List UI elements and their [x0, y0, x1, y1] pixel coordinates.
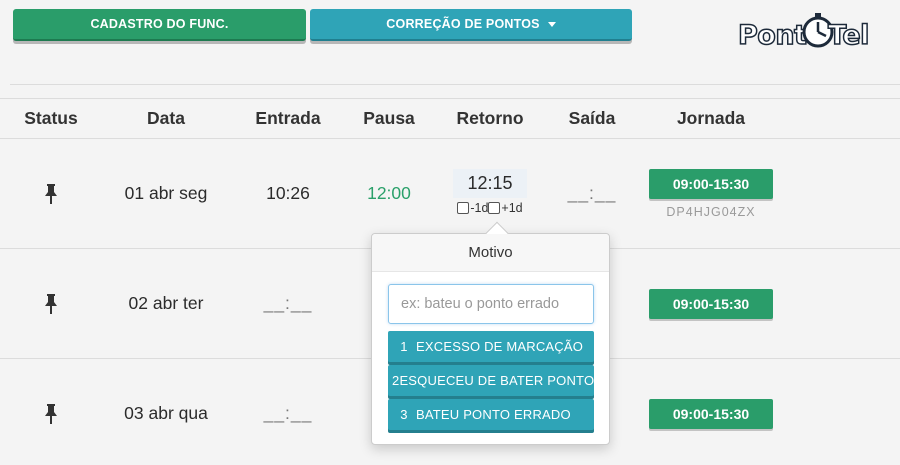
pin-icon[interactable]	[44, 404, 58, 425]
data-cell: 02 abr ter	[102, 248, 230, 359]
header-status: Status	[0, 98, 102, 139]
option-number: 3	[400, 407, 408, 422]
option-number: 2	[392, 373, 400, 388]
status-cell	[0, 248, 102, 359]
header-pausa: Pausa	[346, 98, 432, 139]
cadastro-button[interactable]: CADASTRO DO FUNC.	[13, 9, 306, 41]
minus-day-checkbox[interactable]	[457, 201, 470, 214]
option-label: BATEU PONTO ERRADO	[416, 407, 571, 422]
option-label: ESQUECEU DE BATER PONTO	[399, 373, 594, 388]
motivo-option-excesso[interactable]: 1 EXCESSO DE MARCAÇÃO	[388, 331, 594, 362]
pin-icon[interactable]	[44, 184, 58, 205]
entrada-cell[interactable]: __:__	[230, 358, 346, 465]
popover-title: Motivo	[372, 234, 609, 272]
cadastro-button-label: CADASTRO DO FUNC.	[90, 17, 229, 31]
option-number: 1	[400, 339, 408, 354]
divider	[10, 84, 900, 85]
caret-down-icon	[547, 21, 556, 27]
pausa-cell[interactable]: 12:00	[346, 138, 432, 249]
correcao-button-label: CORREÇÃO DE PONTOS	[386, 17, 540, 31]
table-header-row: Status Data Entrada Pausa Retorno Saída …	[0, 98, 900, 139]
minus-day-label: -1d	[470, 200, 489, 215]
record-code: DP4HJG04ZX	[666, 204, 756, 219]
data-cell: 03 abr qua	[102, 358, 230, 465]
plus-day-label: +1d	[501, 200, 523, 215]
jornada-badge[interactable]: 09:00-15:30	[649, 398, 773, 429]
table-row: 01 abr seg 10:26 12:00 12:15 -1d +1d __:…	[0, 138, 900, 249]
correcao-pontos-dropdown[interactable]: CORREÇÃO DE PONTOS	[310, 9, 632, 41]
status-cell	[0, 358, 102, 465]
jornada-badge[interactable]: 09:00-15:30	[649, 288, 773, 319]
pin-icon[interactable]	[44, 294, 58, 315]
motivo-option-bateu-errado[interactable]: 3 BATEU PONTO ERRADO	[388, 399, 594, 430]
header-data: Data	[102, 98, 230, 139]
jornada-cell: 09:00-15:30	[636, 248, 786, 359]
option-label: EXCESSO DE MARCAÇÃO	[416, 339, 584, 354]
header-saida: Saída	[548, 98, 636, 139]
status-cell	[0, 138, 102, 249]
header-entrada: Entrada	[230, 98, 346, 139]
jornada-badge[interactable]: 09:00-15:30	[649, 168, 773, 199]
jornada-cell: 09:00-15:30 DP4HJG04ZX	[636, 138, 786, 249]
header-retorno: Retorno	[432, 98, 548, 139]
header-jornada: Jornada	[636, 98, 786, 139]
saida-cell[interactable]: __:__	[548, 138, 636, 249]
motivo-input[interactable]	[388, 284, 594, 324]
motivo-option-esqueceu[interactable]: 2 ESQUECEU DE BATER PONTO	[388, 365, 594, 396]
motivo-popover: Motivo 1 EXCESSO DE MARCAÇÃO 2 ESQUECEU …	[371, 221, 610, 445]
jornada-cell: 09:00-15:30	[636, 358, 786, 465]
retorno-time-field[interactable]: 12:15	[453, 168, 527, 198]
plus-day-checkbox[interactable]	[488, 201, 501, 214]
pontotel-logo: Ponto Tel	[736, 12, 878, 56]
entrada-cell[interactable]: 10:26	[230, 138, 346, 249]
data-cell: 01 abr seg	[102, 138, 230, 249]
entrada-cell[interactable]: __:__	[230, 248, 346, 359]
logo-text-tel: Tel	[827, 19, 870, 52]
